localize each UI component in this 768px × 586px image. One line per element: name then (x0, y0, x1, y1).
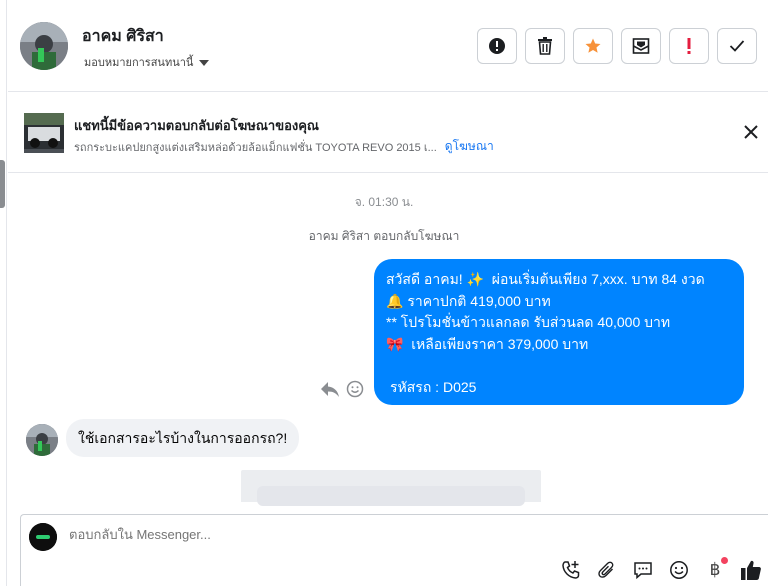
caret-down-icon (199, 59, 210, 66)
message-line: 🔔 ราคาปกติ 419,000 บาท (386, 291, 732, 313)
star-button[interactable] (573, 28, 613, 64)
close-icon (744, 125, 758, 139)
trash-icon (538, 37, 552, 55)
page-avatar (29, 523, 57, 551)
mark-unread-button[interactable] (621, 28, 661, 64)
conversation-header: อาคม ศิริสา มอบหมายการสนทนานี้ (8, 0, 768, 92)
message-line: 🎀 เหลือเพียงราคา 379,000 บาท (386, 334, 732, 356)
envelope-icon (632, 38, 650, 54)
ad-banner-subtitle: รถกระบะแคปยกสูงแต่งเสริมหล่อด้วยล้อแม็กแ… (74, 137, 494, 156)
contact-name[interactable]: อาคม ศิริสา (82, 24, 164, 49)
left-panel-edge (0, 0, 7, 586)
message-timestamp: จ. 01:30 น. (354, 195, 414, 209)
message-input[interactable] (69, 527, 629, 542)
star-icon (585, 38, 601, 53)
incoming-message-bubble[interactable]: ใช้เอกสารอะไรบ้างในการออกรถ?! (66, 419, 300, 457)
ad-banner-title: แชทนี้มีข้อความตอบกลับต่อโฆษณาของคุณ (74, 118, 319, 133)
reply-icon (321, 382, 339, 397)
message-line: ** โปรโมชั่นข้าวแลกลด รับส่วนลด 40,000 บ… (386, 314, 671, 330)
contact-avatar[interactable] (20, 22, 68, 70)
delete-button[interactable] (525, 28, 565, 64)
phone-plus-icon (562, 561, 580, 579)
ribbon-icon: 🎀 (386, 335, 404, 352)
message-text: สวัสดี อาคม! (386, 271, 463, 287)
react-button[interactable] (346, 380, 364, 403)
saved-replies-button[interactable] (632, 559, 654, 581)
message-card-inner (257, 486, 525, 506)
emoji-button[interactable] (668, 559, 690, 581)
bell-icon: 🔔 (386, 292, 404, 309)
ad-thumbnail[interactable] (24, 113, 64, 153)
baht-icon: ฿ (709, 560, 721, 580)
payment-button[interactable]: ฿ (704, 557, 728, 581)
message-line: รหัสรถ : D025 (390, 378, 477, 395)
message-text: ผ่อนเริ่มต้นเพียง 7,xxx. บาท 84 งวด (491, 271, 705, 287)
message-text: ราคาปกติ 419,000 บาท (407, 292, 551, 309)
done-button[interactable] (717, 28, 757, 64)
smiley-icon (346, 380, 364, 398)
header-toolbar (477, 28, 757, 64)
outgoing-message-bubble[interactable]: สวัสดี อาคม! ✨ ผ่อนเริ่มต้นเพียง 7,xxx. … (374, 259, 744, 405)
checkmark-icon (729, 40, 745, 52)
reply-button[interactable] (320, 380, 340, 403)
sparkles-icon: ✨ (466, 271, 485, 287)
exclamation-circle-icon (489, 38, 505, 54)
ad-reply-banner: แชทนี้มีข้อความตอบกลับต่อโฆษณาของคุณ รถก… (8, 93, 768, 173)
message-line: สวัสดี อาคม! ✨ ผ่อนเริ่มต้นเพียง 7,xxx. … (386, 269, 732, 291)
composer-toolbar: ฿ (560, 557, 762, 581)
paperclip-icon (598, 561, 614, 578)
close-banner-button[interactable] (742, 123, 760, 141)
assign-conversation-dropdown[interactable]: มอบหมายการสนทนานี้ (84, 53, 210, 71)
contact-avatar-small[interactable] (26, 424, 58, 456)
reply-composer: ฿ (20, 514, 768, 586)
chat-bubble-icon (634, 562, 652, 580)
view-ad-link[interactable]: ดูโฆษณา (445, 139, 494, 153)
assign-label: มอบหมายการสนทนานี้ (84, 57, 194, 69)
smiley-icon (670, 561, 688, 579)
like-button[interactable] (740, 559, 762, 581)
notification-dot (721, 557, 728, 564)
ad-reply-note: อาคม ศิริสา ตอบกลับโฆษณา (308, 229, 460, 243)
follow-up-button[interactable] (477, 28, 517, 64)
message-actions (320, 380, 364, 403)
spam-button[interactable] (669, 28, 709, 64)
attach-button[interactable] (596, 559, 618, 581)
message-text: เหลือเพียงราคา 379,000 บาท (411, 335, 589, 352)
add-call-button[interactable] (560, 559, 582, 581)
message-card-partial (241, 470, 541, 506)
ad-description: รถกระบะแคปยกสูงแต่งเสริมหล่อด้วยล้อแม็กแ… (74, 142, 437, 154)
exclamation-icon (687, 38, 691, 54)
thumbs-up-icon (741, 560, 761, 580)
